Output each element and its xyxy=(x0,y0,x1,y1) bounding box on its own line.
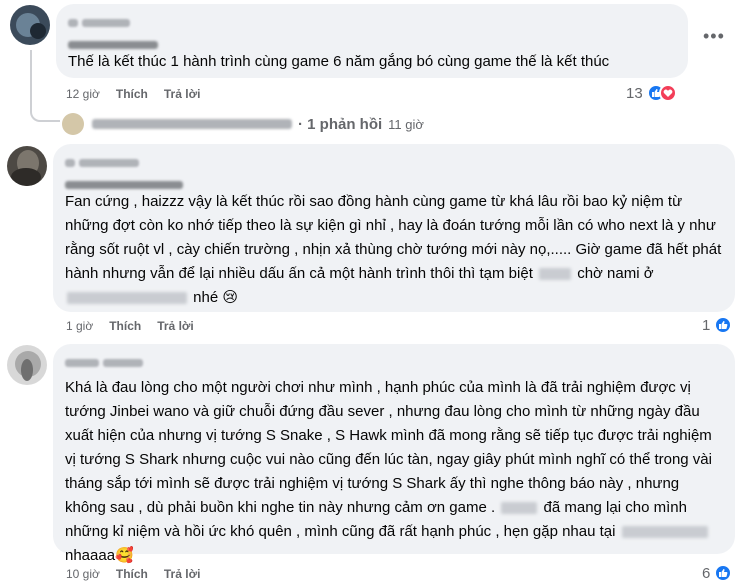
reaction-count: 13 xyxy=(626,84,643,102)
like-button[interactable]: Thích xyxy=(116,567,148,581)
author-subtitle xyxy=(68,36,676,49)
comment-author[interactable] xyxy=(65,354,723,367)
reply-count[interactable]: · 1 phản hồi xyxy=(298,116,382,133)
comment-text: Fan cứng , haizzz vậy là kết thúc rồi sa… xyxy=(65,193,722,306)
like-icon xyxy=(714,316,733,334)
thread-connector xyxy=(30,50,60,122)
reply-button[interactable]: Trả lời xyxy=(157,319,194,333)
reaction-summary[interactable]: 6 xyxy=(702,564,733,582)
comment-text: Thế là kết thúc 1 hành trình cùng game 6… xyxy=(68,53,610,70)
comment-time[interactable]: 1 giờ xyxy=(66,319,93,333)
comment-actions: 1 giờ Thích Trả lời xyxy=(66,319,194,333)
comment-actions: 12 giờ Thích Trả lời xyxy=(66,87,200,101)
comment-actions: 10 giờ Thích Trả lời xyxy=(66,567,200,581)
comment-bubble: Khá là đau lòng cho một người chơi như m… xyxy=(53,344,735,564)
comment-time[interactable]: 10 giờ xyxy=(66,567,100,581)
like-button[interactable]: Thích xyxy=(109,319,141,333)
avatar xyxy=(62,113,84,135)
more-horizontal-icon[interactable]: ••• xyxy=(703,26,725,47)
reply-button[interactable]: Trả lời xyxy=(164,87,201,101)
comment-bubble: Fan cứng , haizzz vậy là kết thúc rồi sa… xyxy=(53,144,735,312)
reaction-count: 6 xyxy=(702,564,711,582)
avatar[interactable] xyxy=(7,146,47,186)
avatar[interactable] xyxy=(10,5,50,45)
author-subtitle xyxy=(65,176,723,189)
comment-bubble: Thế là kết thúc 1 hành trình cùng game 6… xyxy=(56,4,688,78)
reaction-summary[interactable]: 1 xyxy=(702,316,733,334)
view-replies-link[interactable]: · 1 phản hồi 11 giờ xyxy=(62,113,424,135)
love-icon xyxy=(658,84,677,102)
reply-button[interactable]: Trả lời xyxy=(164,567,201,581)
like-icon xyxy=(714,564,733,582)
redacted-text xyxy=(621,526,708,539)
like-button[interactable]: Thích xyxy=(116,87,148,101)
comment-author[interactable] xyxy=(68,14,676,27)
redacted-text xyxy=(501,502,538,515)
reply-time: 11 giờ xyxy=(388,116,424,132)
comment-author[interactable] xyxy=(65,154,723,167)
comment-text: Khá là đau lòng cho một người chơi như m… xyxy=(65,379,712,564)
redacted-text xyxy=(67,292,187,305)
redacted-text xyxy=(539,268,572,281)
comment-time[interactable]: 12 giờ xyxy=(66,87,100,101)
avatar[interactable] xyxy=(7,345,47,385)
reaction-count: 1 xyxy=(702,316,711,334)
reaction-summary[interactable]: 13 xyxy=(626,84,677,102)
